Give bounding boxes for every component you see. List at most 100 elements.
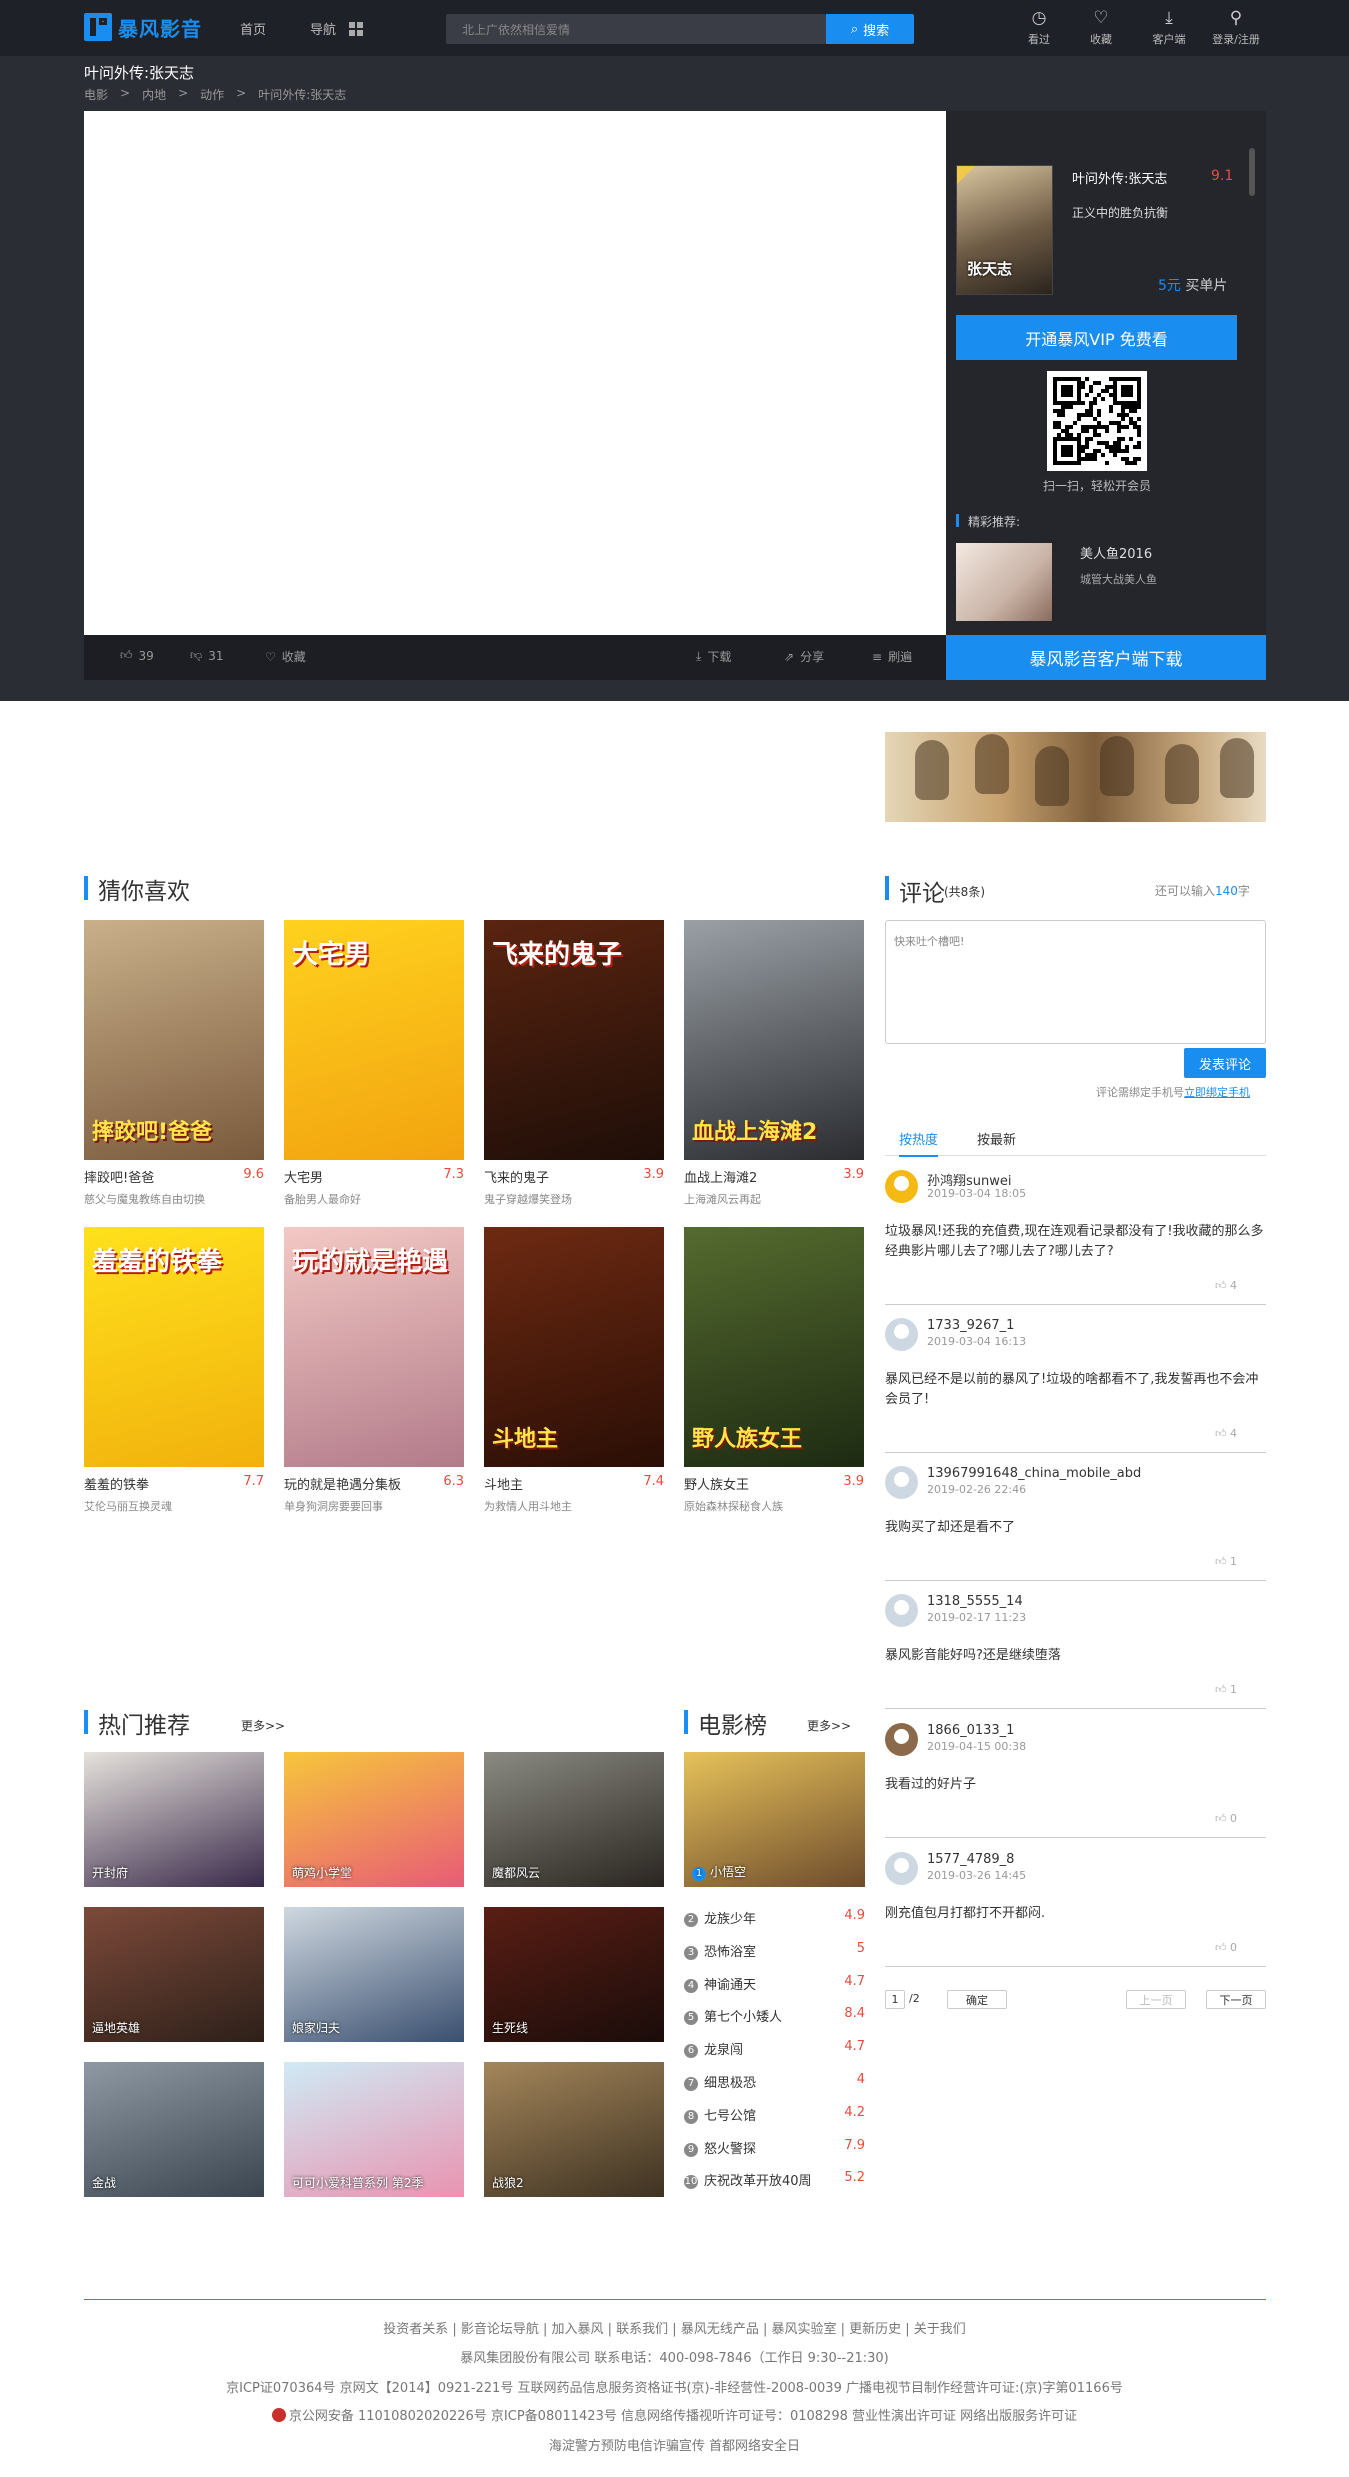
nav-guide[interactable]: 导航 (310, 19, 336, 38)
user-avatar[interactable] (885, 1170, 918, 1203)
vip-button[interactable]: 开通暴风VIP 免费看 (956, 315, 1237, 360)
rank-top-item[interactable]: 1 小悟空 (684, 1752, 865, 1887)
guess-poster[interactable]: 摔跤吧!爸爸 (84, 920, 264, 1160)
comment-like-button[interactable]: 👍︎ 0 (1215, 1941, 1237, 1954)
dislike-button[interactable]: 👎︎ 31 (190, 648, 223, 663)
crumb-genre[interactable]: 动作 (200, 86, 224, 103)
like-button[interactable]: 👍︎ 39 (120, 648, 154, 663)
favorites-link[interactable]: ♡ 收藏 (1071, 8, 1131, 47)
hot-item[interactable]: 开封府 (84, 1752, 264, 1887)
hot-item[interactable]: 萌鸡小学堂 (284, 1752, 464, 1887)
guess-card[interactable]: 摔跤吧!爸爸 摔跤吧!爸爸 9.6 慈父与魔鬼教练自由切换 (84, 920, 264, 1210)
rec-thumbnail[interactable] (956, 543, 1052, 621)
guess-poster[interactable]: 大宅男 (284, 920, 464, 1160)
guess-card[interactable]: 玩的就是艳遇 玩的就是艳遇分集板 6.3 单身狗洞房要要回事 (284, 1227, 464, 1517)
rank-item[interactable]: 6 龙泉闯 4.7 (684, 2039, 865, 2059)
rank-more-link[interactable]: 更多>> (807, 1717, 851, 1734)
guess-poster[interactable]: 羞羞的铁拳 (84, 1227, 264, 1467)
rank-item[interactable]: 10 庆祝改革开放40周 5.2 (684, 2170, 865, 2190)
comment-username[interactable]: 1318_5555_14 (927, 1594, 1023, 1609)
guess-name[interactable]: 摔跤吧!爸爸 (84, 1167, 154, 1186)
comment-like-button[interactable]: 👍︎ 0 (1215, 1812, 1237, 1825)
buy-single-link[interactable]: 5元 买单片 (1158, 275, 1227, 295)
guess-poster[interactable]: 玩的就是艳遇 (284, 1227, 464, 1467)
guess-name[interactable]: 斗地主 (484, 1474, 523, 1493)
guess-poster[interactable]: 斗地主 (484, 1227, 664, 1467)
rank-item[interactable]: 3 恐怖浴室 5 (684, 1941, 865, 1961)
client-download-button[interactable]: 暴风影音客户端下载 (946, 635, 1266, 680)
favorite-button[interactable]: ♡ 收藏 (265, 648, 306, 665)
guess-name[interactable]: 大宅男 (284, 1167, 323, 1186)
comment-textarea[interactable]: 快来吐个槽吧! (885, 920, 1266, 1044)
ad-banner[interactable] (885, 732, 1266, 822)
guess-name[interactable]: 飞来的鬼子 (484, 1167, 549, 1186)
rec-title[interactable]: 美人鱼2016 (1080, 543, 1152, 562)
rank-item[interactable]: 9 怒火警探 7.9 (684, 2138, 865, 2158)
hot-more-link[interactable]: 更多>> (241, 1717, 285, 1734)
rank-item[interactable]: 7 细思极恐 4 (684, 2072, 865, 2092)
hot-item[interactable]: 金战 (84, 2062, 264, 2197)
guess-poster[interactable]: 野人族女王 (684, 1227, 864, 1467)
user-avatar[interactable] (885, 1318, 918, 1351)
guess-name[interactable]: 野人族女王 (684, 1474, 749, 1493)
client-link[interactable]: ⤓ 客户端 (1139, 8, 1199, 47)
history-link[interactable]: ◷ 看过 (1009, 8, 1069, 47)
bind-phone-link[interactable]: 立即绑定手机 (1184, 1086, 1250, 1099)
rank-item[interactable]: 4 神谕通天 4.7 (684, 1974, 865, 1994)
hot-item[interactable]: 可可小爱科普系列 第2季 (284, 2062, 464, 2197)
danmaku-button[interactable]: ≡ 刷遍 (872, 648, 912, 665)
search-button[interactable]: ⌕ 搜索 (826, 14, 914, 44)
tab-hot[interactable]: 按热度 (899, 1129, 939, 1157)
user-avatar[interactable] (885, 1594, 918, 1627)
comment-like-button[interactable]: 👍︎ 1 (1215, 1555, 1237, 1568)
guess-poster[interactable]: 血战上海滩2 (684, 920, 864, 1160)
nav-home[interactable]: 首页 (240, 19, 266, 38)
user-avatar[interactable] (885, 1466, 918, 1499)
guess-card[interactable]: 羞羞的铁拳 羞羞的铁拳 7.7 艾伦马丽互换灵魂 (84, 1227, 264, 1517)
tab-latest[interactable]: 按最新 (977, 1129, 1016, 1148)
guess-poster[interactable]: 飞来的鬼子 (484, 920, 664, 1160)
hot-item[interactable]: 生死线 (484, 1907, 664, 2042)
grid-icon[interactable] (349, 22, 363, 36)
guess-card[interactable]: 大宅男 大宅男 7.3 备胎男人最命好 (284, 920, 464, 1210)
guess-name[interactable]: 血战上海滩2 (684, 1167, 757, 1186)
rank-item[interactable]: 8 七号公馆 4.2 (684, 2105, 865, 2125)
search-input[interactable]: 北上广依然相信爱情 (446, 14, 826, 44)
comment-username[interactable]: 1866_0133_1 (927, 1723, 1014, 1738)
hot-item[interactable]: 战狼2 (484, 2062, 664, 2197)
comment-like-button[interactable]: 👍︎ 4 (1215, 1427, 1237, 1440)
user-avatar[interactable] (885, 1723, 918, 1756)
rank-item[interactable]: 5 第七个小矮人 8.4 (684, 2006, 865, 2026)
guess-card[interactable]: 斗地主 斗地主 7.4 为救情人用斗地主 (484, 1227, 664, 1517)
guess-card[interactable]: 血战上海滩2 血战上海滩2 3.9 上海滩风云再起 (684, 920, 864, 1210)
user-avatar[interactable] (885, 1852, 918, 1885)
prev-page-button[interactable]: 上一页 (1126, 1990, 1186, 2009)
crumb-region[interactable]: 内地 (142, 86, 166, 103)
comment-like-button[interactable]: 👍︎ 4 (1215, 1279, 1237, 1292)
sidebar-scrollbar[interactable] (1249, 148, 1255, 196)
video-player[interactable] (84, 111, 946, 635)
hot-item[interactable]: 娘家归夫 (284, 1907, 464, 2042)
hot-item[interactable]: 逼地英雄 (84, 1907, 264, 2042)
comment-username[interactable]: 1733_9267_1 (927, 1318, 1014, 1333)
movie-poster[interactable]: 张天志 (956, 165, 1053, 295)
page-confirm-button[interactable]: 确定 (947, 1990, 1007, 2009)
guess-card[interactable]: 野人族女王 野人族女王 3.9 原始森林探秘食人族 (684, 1227, 864, 1517)
site-logo[interactable]: 暴风影音 (84, 12, 202, 42)
guess-name[interactable]: 玩的就是艳遇分集板 (284, 1474, 401, 1493)
page-input[interactable]: 1 (885, 1990, 905, 2009)
comment-like-button[interactable]: 👍︎ 1 (1215, 1683, 1237, 1696)
comment-username[interactable]: 1577_4789_8 (927, 1852, 1014, 1867)
hot-item[interactable]: 魔都风云 (484, 1752, 664, 1887)
footer-links[interactable]: 投资者关系 | 影音论坛导航 | 加入暴风 | 联系我们 | 暴风无线产品 | … (0, 2318, 1349, 2337)
post-comment-button[interactable]: 发表评论 (1184, 1048, 1266, 1078)
guess-name[interactable]: 羞羞的铁拳 (84, 1474, 149, 1493)
guess-card[interactable]: 飞来的鬼子 飞来的鬼子 3.9 鬼子穿越爆笑登场 (484, 920, 664, 1210)
rank-item[interactable]: 2 龙族少年 4.9 (684, 1908, 865, 1928)
next-page-button[interactable]: 下一页 (1206, 1990, 1266, 2009)
share-button[interactable]: ⇗ 分享 (784, 648, 824, 665)
comment-username[interactable]: 13967991648_china_mobile_abd (927, 1466, 1141, 1481)
download-button[interactable]: ⤓ 下载 (696, 648, 731, 665)
crumb-movie[interactable]: 电影 (84, 86, 108, 103)
login-link[interactable]: ⚲ 登录/注册 (1206, 8, 1266, 47)
